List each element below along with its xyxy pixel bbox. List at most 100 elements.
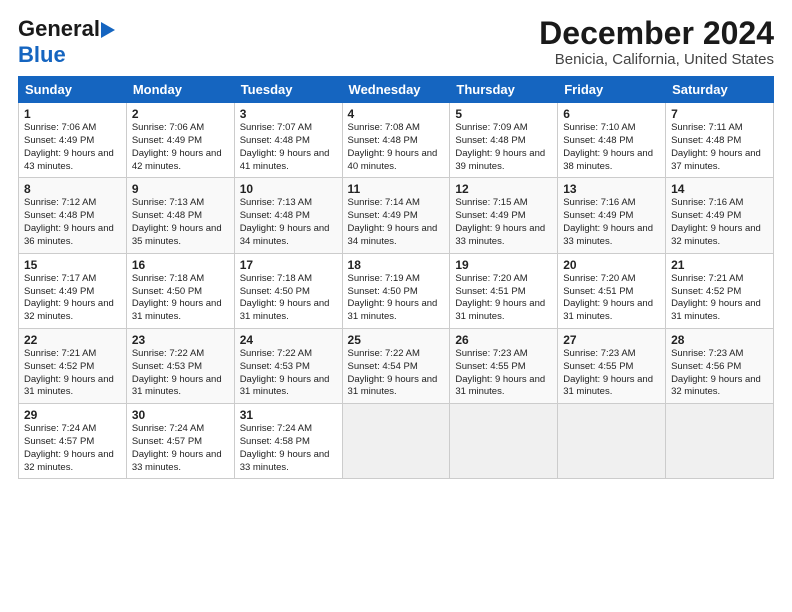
day-info: Sunrise: 7:06 AMSunset: 4:49 PMDaylight:… [24,122,121,173]
day-number: 29 [24,408,121,422]
logo: General Blue [18,16,115,68]
day-info: Sunrise: 7:21 AMSunset: 4:52 PMDaylight:… [671,273,768,324]
day-info: Sunrise: 7:15 AMSunset: 4:49 PMDaylight:… [455,197,552,248]
calendar-cell: 31Sunrise: 7:24 AMSunset: 4:58 PMDayligh… [234,404,342,479]
calendar-cell: 8Sunrise: 7:12 AMSunset: 4:48 PMDaylight… [19,178,127,253]
day-info: Sunrise: 7:20 AMSunset: 4:51 PMDaylight:… [455,273,552,324]
day-number: 23 [132,333,229,347]
day-info: Sunrise: 7:22 AMSunset: 4:53 PMDaylight:… [132,348,229,399]
day-info: Sunrise: 7:17 AMSunset: 4:49 PMDaylight:… [24,273,121,324]
col-monday: Monday [126,77,234,103]
day-number: 10 [240,182,337,196]
calendar-cell: 19Sunrise: 7:20 AMSunset: 4:51 PMDayligh… [450,253,558,328]
calendar-cell: 16Sunrise: 7:18 AMSunset: 4:50 PMDayligh… [126,253,234,328]
logo-blue-text: Blue [18,42,66,67]
day-info: Sunrise: 7:23 AMSunset: 4:55 PMDaylight:… [455,348,552,399]
day-number: 17 [240,258,337,272]
calendar-cell: 28Sunrise: 7:23 AMSunset: 4:56 PMDayligh… [666,328,774,403]
day-info: Sunrise: 7:09 AMSunset: 4:48 PMDaylight:… [455,122,552,173]
day-number: 27 [563,333,660,347]
day-info: Sunrise: 7:06 AMSunset: 4:49 PMDaylight:… [132,122,229,173]
page: General Blue December 2024 Benicia, Cali… [0,0,792,612]
day-number: 25 [348,333,445,347]
day-number: 12 [455,182,552,196]
day-info: Sunrise: 7:23 AMSunset: 4:56 PMDaylight:… [671,348,768,399]
day-info: Sunrise: 7:19 AMSunset: 4:50 PMDaylight:… [348,273,445,324]
col-sunday: Sunday [19,77,127,103]
day-number: 11 [348,182,445,196]
day-info: Sunrise: 7:20 AMSunset: 4:51 PMDaylight:… [563,273,660,324]
day-number: 20 [563,258,660,272]
calendar-week-3: 15Sunrise: 7:17 AMSunset: 4:49 PMDayligh… [19,253,774,328]
calendar-cell: 18Sunrise: 7:19 AMSunset: 4:50 PMDayligh… [342,253,450,328]
title-area: December 2024 Benicia, California, Unite… [539,16,774,68]
day-number: 31 [240,408,337,422]
calendar-cell: 21Sunrise: 7:21 AMSunset: 4:52 PMDayligh… [666,253,774,328]
day-number: 3 [240,107,337,121]
day-info: Sunrise: 7:21 AMSunset: 4:52 PMDaylight:… [24,348,121,399]
calendar-cell: 1Sunrise: 7:06 AMSunset: 4:49 PMDaylight… [19,103,127,178]
calendar-cell: 3Sunrise: 7:07 AMSunset: 4:48 PMDaylight… [234,103,342,178]
day-info: Sunrise: 7:23 AMSunset: 4:55 PMDaylight:… [563,348,660,399]
day-number: 7 [671,107,768,121]
calendar-cell: 27Sunrise: 7:23 AMSunset: 4:55 PMDayligh… [558,328,666,403]
calendar-cell: 11Sunrise: 7:14 AMSunset: 4:49 PMDayligh… [342,178,450,253]
day-number: 15 [24,258,121,272]
day-info: Sunrise: 7:22 AMSunset: 4:53 PMDaylight:… [240,348,337,399]
calendar-week-2: 8Sunrise: 7:12 AMSunset: 4:48 PMDaylight… [19,178,774,253]
day-info: Sunrise: 7:16 AMSunset: 4:49 PMDaylight:… [563,197,660,248]
calendar-cell: 24Sunrise: 7:22 AMSunset: 4:53 PMDayligh… [234,328,342,403]
day-info: Sunrise: 7:13 AMSunset: 4:48 PMDaylight:… [240,197,337,248]
calendar-header-row: Sunday Monday Tuesday Wednesday Thursday… [19,77,774,103]
calendar-cell [342,404,450,479]
calendar-cell: 4Sunrise: 7:08 AMSunset: 4:48 PMDaylight… [342,103,450,178]
calendar-cell: 6Sunrise: 7:10 AMSunset: 4:48 PMDaylight… [558,103,666,178]
header: General Blue December 2024 Benicia, Cali… [18,16,774,68]
calendar-week-5: 29 Sunrise: 7:24 AMSunset: 4:57 PMDayligh… [19,404,774,479]
day-number: 14 [671,182,768,196]
day-number: 26 [455,333,552,347]
calendar-cell [558,404,666,479]
calendar-cell: 14Sunrise: 7:16 AMSunset: 4:49 PMDayligh… [666,178,774,253]
calendar-cell: 15Sunrise: 7:17 AMSunset: 4:49 PMDayligh… [19,253,127,328]
col-thursday: Thursday [450,77,558,103]
day-number: 19 [455,258,552,272]
day-number: 9 [132,182,229,196]
day-info: Sunrise: 7:08 AMSunset: 4:48 PMDaylight:… [348,122,445,173]
day-number: 8 [24,182,121,196]
day-number: 30 [132,408,229,422]
day-info: Sunrise: 7:07 AMSunset: 4:48 PMDaylight:… [240,122,337,173]
day-number: 6 [563,107,660,121]
calendar-cell: 10Sunrise: 7:13 AMSunset: 4:48 PMDayligh… [234,178,342,253]
logo-triangle-icon [101,22,115,38]
calendar-title: December 2024 [539,16,774,51]
calendar-cell: 12Sunrise: 7:15 AMSunset: 4:49 PMDayligh… [450,178,558,253]
calendar-week-4: 22Sunrise: 7:21 AMSunset: 4:52 PMDayligh… [19,328,774,403]
day-number: 22 [24,333,121,347]
day-info: Sunrise: 7:24 AMSunset: 4:57 PMDaylight:… [132,423,229,474]
calendar-cell [450,404,558,479]
calendar-cell: 25Sunrise: 7:22 AMSunset: 4:54 PMDayligh… [342,328,450,403]
col-wednesday: Wednesday [342,77,450,103]
day-info: Sunrise: 7:11 AMSunset: 4:48 PMDaylight:… [671,122,768,173]
calendar-cell: 29Sunrise: 7:24 AMSunset: 4:57 PMDayligh… [19,404,127,479]
day-number: 21 [671,258,768,272]
calendar-table: Sunday Monday Tuesday Wednesday Thursday… [18,76,774,479]
day-number: 13 [563,182,660,196]
calendar-cell: 23Sunrise: 7:22 AMSunset: 4:53 PMDayligh… [126,328,234,403]
day-number: 18 [348,258,445,272]
calendar-cell: 7Sunrise: 7:11 AMSunset: 4:48 PMDaylight… [666,103,774,178]
day-number: 16 [132,258,229,272]
logo-general-text: General [18,16,100,42]
calendar-cell: 30Sunrise: 7:24 AMSunset: 4:57 PMDayligh… [126,404,234,479]
day-number: 1 [24,107,121,121]
calendar-subtitle: Benicia, California, United States [539,51,774,68]
calendar-cell: 9Sunrise: 7:13 AMSunset: 4:48 PMDaylight… [126,178,234,253]
day-info: Sunrise: 7:16 AMSunset: 4:49 PMDaylight:… [671,197,768,248]
calendar-week-1: 1Sunrise: 7:06 AMSunset: 4:49 PMDaylight… [19,103,774,178]
calendar-cell: 17Sunrise: 7:18 AMSunset: 4:50 PMDayligh… [234,253,342,328]
day-info: Sunrise: 7:12 AMSunset: 4:48 PMDaylight:… [24,197,121,248]
day-info: Sunrise: 7:13 AMSunset: 4:48 PMDaylight:… [132,197,229,248]
col-friday: Friday [558,77,666,103]
day-number: 28 [671,333,768,347]
